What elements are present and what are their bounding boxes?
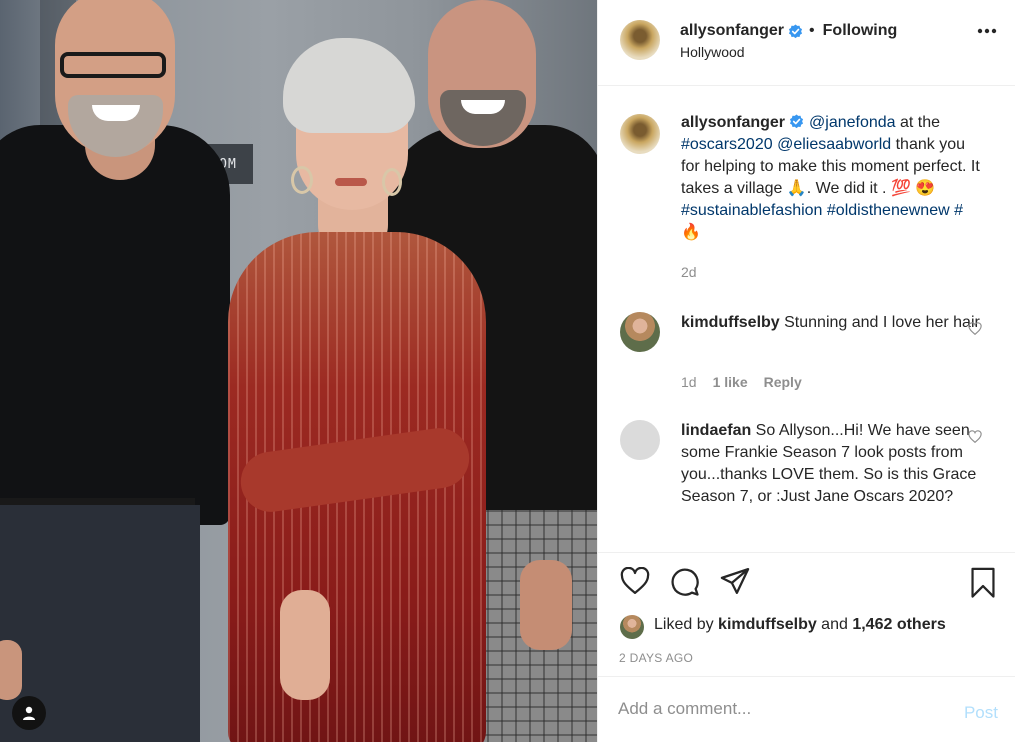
verified-badge-icon (788, 23, 803, 38)
more-options-icon[interactable] (977, 28, 997, 34)
comment-likes[interactable]: 1 like (713, 374, 748, 390)
header-separator: • (809, 22, 815, 39)
caption-time[interactable]: 2d (681, 264, 697, 280)
woman-lips (335, 178, 367, 186)
add-comment-bar: Post (598, 676, 1015, 742)
reply-button[interactable]: Reply (764, 374, 802, 390)
hashtag-link[interactable]: #sustainablefashion (681, 202, 822, 219)
comment-input[interactable] (618, 695, 938, 723)
caption-segment: at the (895, 114, 941, 131)
comments-list[interactable]: allysonfanger @janefonda at the #oscars20… (598, 86, 1015, 552)
user-tag-button[interactable] (12, 696, 46, 730)
commenter-username[interactable]: kimduffselby (681, 314, 780, 331)
post-timestamp[interactable]: 2 DAYS AGO (619, 651, 693, 665)
earring-left (291, 166, 313, 194)
man-left-glasses (60, 52, 166, 78)
likes-count[interactable]: 1,462 others (852, 616, 945, 633)
comment-time[interactable]: 1d (681, 374, 697, 390)
man-left-shirt (0, 125, 230, 525)
header-title-line: allysonfanger • Following (680, 22, 897, 40)
comment-text: lindaefan So Allyson...Hi! We have seen … (681, 420, 981, 508)
earring-right (382, 168, 402, 196)
post-photo[interactable]: RESTROOM (0, 0, 597, 742)
commenter-username[interactable]: lindaefan (681, 422, 751, 439)
caption-text: allysonfanger @janefonda at the #oscars20… (681, 112, 981, 244)
caption-author-avatar[interactable] (620, 114, 660, 154)
woman-hand (280, 590, 330, 700)
like-comment-heart-icon[interactable] (968, 430, 982, 443)
liked-by-summary: Liked by kimduffselby and 1,462 others (654, 616, 946, 634)
commenter-avatar[interactable] (620, 420, 660, 460)
post-location[interactable]: Hollywood (680, 44, 745, 60)
post-comment-button[interactable]: Post (964, 703, 998, 723)
author-username[interactable]: allysonfanger (680, 22, 784, 40)
man-left-hand (0, 640, 22, 700)
post-actions: Liked by kimduffselby and 1,462 others 2… (598, 552, 1015, 676)
commenter-avatar[interactable] (620, 312, 660, 352)
mention-link[interactable]: @janefonda (809, 114, 896, 131)
share-icon[interactable] (720, 567, 750, 595)
following-button[interactable]: Following (823, 22, 898, 40)
like-comment-heart-icon[interactable] (968, 322, 982, 335)
post-header: allysonfanger • Following Hollywood (598, 0, 1015, 86)
liked-by-avatar[interactable] (620, 615, 644, 639)
liked-by-middle: and (816, 616, 853, 633)
comment-message: Stunning and I love her hair (779, 314, 980, 331)
user-tag-icon (23, 706, 35, 720)
heart-icon[interactable] (620, 567, 650, 595)
caption-meta: 2d (681, 264, 697, 280)
caption-author[interactable]: allysonfanger (681, 114, 785, 131)
man-right-hand (520, 560, 572, 650)
hashtag-link[interactable]: #oscars2020 (681, 136, 773, 153)
author-avatar[interactable] (620, 20, 660, 60)
post-sidebar: allysonfanger • Following Hollywood ally… (597, 0, 1015, 742)
comment-text: kimduffselby Stunning and I love her hai… (681, 312, 981, 334)
hashtag-link[interactable]: #oldisthenewnew (827, 202, 950, 219)
mention-link[interactable]: @eliesaabworld (777, 136, 891, 153)
comment-meta: 1d 1 like Reply (681, 374, 802, 390)
comment-icon[interactable] (670, 567, 700, 597)
woman-silver-hair (283, 38, 415, 133)
bookmark-icon[interactable] (970, 567, 996, 599)
liked-by-user[interactable]: kimduffselby (718, 616, 817, 633)
verified-badge-icon (789, 114, 804, 129)
liked-by-prefix: Liked by (654, 616, 719, 633)
